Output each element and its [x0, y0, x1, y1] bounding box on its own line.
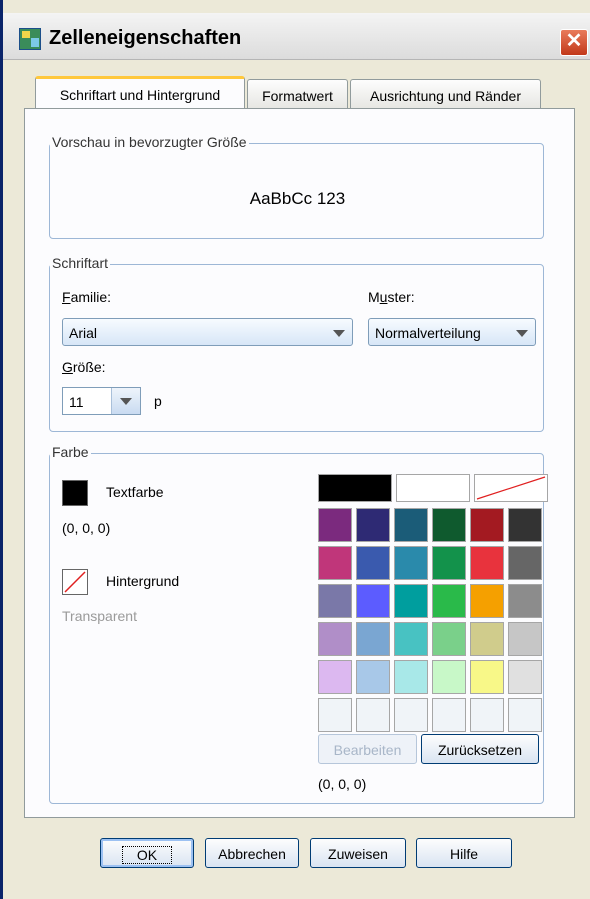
dialog-window: Zelleneigenschaften ✕ Schriftart und Hin…: [0, 0, 590, 899]
tab-label: Ausrichtung und Ränder: [370, 88, 521, 104]
reset-color-label: Zurücksetzen: [437, 742, 523, 758]
preview-legend: Vorschau in bevorzugter Größe: [50, 134, 249, 150]
reset-color-button[interactable]: Zurücksetzen: [421, 734, 539, 764]
close-button[interactable]: ✕: [560, 29, 588, 56]
no-color-icon: [476, 476, 546, 500]
tab-label: Formatwert: [262, 88, 333, 104]
font-legend: Schriftart: [50, 255, 111, 271]
text-color-swatch[interactable]: [62, 480, 88, 506]
text-color-value: (0, 0, 0): [62, 520, 111, 536]
palette-color-cell[interactable]: [508, 584, 542, 618]
palette-color-cell[interactable]: [394, 698, 428, 732]
ok-label: OK: [121, 846, 173, 864]
color-legend: Farbe: [50, 444, 91, 460]
size-unit: p: [154, 393, 162, 409]
palette-color-cell[interactable]: [318, 584, 352, 618]
palette-color-cell[interactable]: [432, 622, 466, 656]
text-color-label: Textfarbe: [106, 484, 164, 500]
palette-color-cell[interactable]: [394, 546, 428, 580]
family-label: Familie:: [62, 289, 112, 305]
selected-color-value: (0, 0, 0): [318, 776, 367, 792]
palette-color-cell[interactable]: [356, 660, 390, 694]
help-button[interactable]: Hilfe: [416, 838, 512, 868]
palette-color-cell[interactable]: [508, 660, 542, 694]
chevron-down-icon: [333, 330, 345, 337]
app-icon: [19, 28, 41, 50]
cancel-label: Abbrechen: [218, 846, 286, 862]
palette-color-cell[interactable]: [432, 660, 466, 694]
palette-color-cell[interactable]: [470, 584, 504, 618]
family-select[interactable]: Arial: [62, 318, 353, 346]
palette-color-cell[interactable]: [318, 508, 352, 542]
background-label: Hintergrund: [106, 573, 180, 589]
tab-ausrichtung-und-raender[interactable]: Ausrichtung und Ränder: [350, 79, 541, 109]
color-group: Farbe Textfarbe (0, 0, 0) Hintergrund Tr…: [49, 444, 548, 804]
edit-color-button[interactable]: Bearbeiten: [318, 734, 417, 764]
cancel-button[interactable]: Abbrechen: [205, 838, 299, 868]
tab-formatwert[interactable]: Formatwert: [247, 79, 348, 109]
tab-label: Schriftart und Hintergrund: [59, 87, 221, 103]
palette-color-cell[interactable]: [318, 698, 352, 732]
palette-color-cell[interactable]: [318, 622, 352, 656]
window-title: Zelleneigenschaften: [49, 27, 242, 49]
tab-panel: Vorschau in bevorzugter Größe AaBbCc 123…: [24, 108, 575, 818]
palette-color-cell[interactable]: [394, 622, 428, 656]
size-select[interactable]: 11: [62, 387, 141, 415]
palette-color-cell[interactable]: [432, 698, 466, 732]
palette-color-cell[interactable]: [396, 474, 470, 502]
size-value: 11: [69, 394, 84, 410]
palette-color-cell[interactable]: [508, 698, 542, 732]
palette-color-cell[interactable]: [470, 546, 504, 580]
palette-color-cell[interactable]: [432, 546, 466, 580]
font-group: Schriftart Familie: Arial Muster: Normal…: [49, 255, 544, 432]
palette-color-cell[interactable]: [470, 660, 504, 694]
background-color-swatch[interactable]: [62, 569, 88, 595]
palette-color-cell[interactable]: [432, 584, 466, 618]
palette-color-cell[interactable]: [356, 508, 390, 542]
chevron-down-icon: [516, 330, 528, 337]
ok-button[interactable]: OK: [100, 838, 194, 868]
palette-color-cell[interactable]: [318, 474, 392, 502]
palette-color-cell[interactable]: [508, 546, 542, 580]
style-label: Muster:: [368, 289, 415, 305]
chevron-down-icon[interactable]: [111, 388, 140, 414]
palette-color-cell[interactable]: [470, 622, 504, 656]
apply-button[interactable]: Zuweisen: [310, 838, 406, 868]
style-value: Normalverteilung: [375, 325, 481, 341]
palette-color-cell[interactable]: [356, 622, 390, 656]
palette-color-cell[interactable]: [470, 508, 504, 542]
title-bar[interactable]: Zelleneigenschaften ✕: [3, 13, 590, 60]
edit-color-label: Bearbeiten: [333, 742, 402, 758]
palette-color-cell[interactable]: [394, 508, 428, 542]
tab-schriftart-und-hintergrund[interactable]: Schriftart und Hintergrund: [35, 76, 245, 110]
help-label: Hilfe: [449, 846, 478, 862]
palette-color-cell[interactable]: [356, 546, 390, 580]
palette-color-cell[interactable]: [356, 698, 390, 732]
size-label: Größe:: [62, 359, 106, 375]
preview-sample-text: AaBbCc 123: [249, 189, 346, 208]
background-value: Transparent: [62, 608, 137, 624]
family-value: Arial: [69, 325, 98, 341]
palette-color-cell[interactable]: [508, 508, 542, 542]
palette-no-color[interactable]: [474, 474, 548, 502]
style-select[interactable]: Normalverteilung: [368, 318, 536, 346]
palette-color-cell[interactable]: [394, 584, 428, 618]
no-color-icon: [64, 571, 86, 593]
palette-color-cell[interactable]: [394, 660, 428, 694]
preview-group: Vorschau in bevorzugter Größe AaBbCc 123: [49, 134, 544, 239]
palette-color-cell[interactable]: [470, 698, 504, 732]
apply-label: Zuweisen: [328, 846, 388, 862]
palette-color-cell[interactable]: [318, 546, 352, 580]
palette-color-cell[interactable]: [318, 660, 352, 694]
palette-color-cell[interactable]: [508, 622, 542, 656]
palette-color-cell[interactable]: [356, 584, 390, 618]
palette-color-cell[interactable]: [432, 508, 466, 542]
